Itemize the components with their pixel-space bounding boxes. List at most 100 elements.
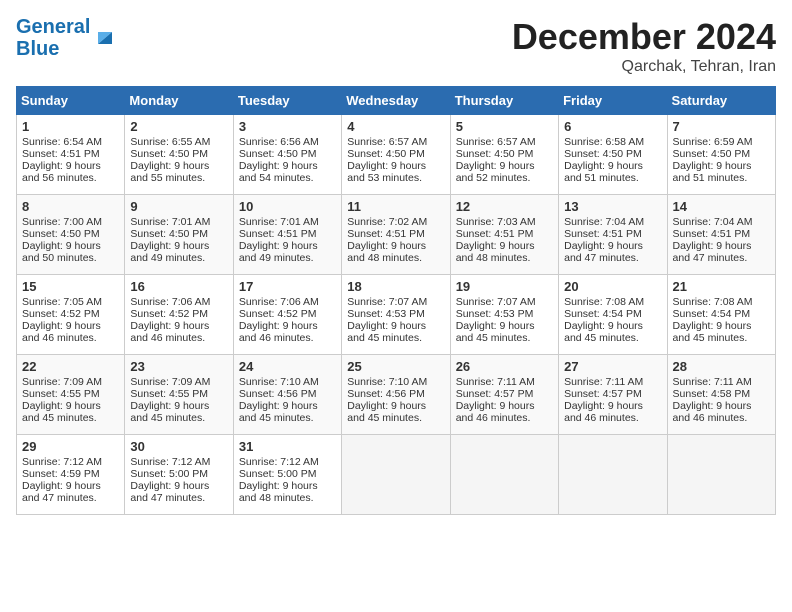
day-number: 27	[564, 359, 661, 374]
sunrise: Sunrise: 7:01 AM	[239, 216, 319, 228]
daylight: Daylight: 9 hours and 47 minutes.	[22, 480, 101, 504]
sunrise: Sunrise: 6:57 AM	[456, 136, 536, 148]
calendar-row-5: 29Sunrise: 7:12 AMSunset: 4:59 PMDayligh…	[17, 435, 776, 515]
calendar-cell: 3Sunrise: 6:56 AMSunset: 4:50 PMDaylight…	[233, 115, 341, 195]
daylight: Daylight: 9 hours and 46 minutes.	[673, 400, 752, 424]
col-header-thursday: Thursday	[450, 87, 558, 115]
day-number: 18	[347, 279, 444, 294]
daylight: Daylight: 9 hours and 45 minutes.	[130, 400, 209, 424]
calendar-cell: 28Sunrise: 7:11 AMSunset: 4:58 PMDayligh…	[667, 355, 775, 435]
sunset: Sunset: 4:53 PM	[456, 308, 534, 320]
daylight: Daylight: 9 hours and 45 minutes.	[456, 320, 535, 344]
day-number: 15	[22, 279, 119, 294]
daylight: Daylight: 9 hours and 46 minutes.	[456, 400, 535, 424]
day-number: 31	[239, 439, 336, 454]
calendar-cell: 17Sunrise: 7:06 AMSunset: 4:52 PMDayligh…	[233, 275, 341, 355]
day-number: 30	[130, 439, 227, 454]
daylight: Daylight: 9 hours and 47 minutes.	[564, 240, 643, 264]
day-number: 22	[22, 359, 119, 374]
day-number: 2	[130, 119, 227, 134]
sunrise: Sunrise: 7:12 AM	[22, 456, 102, 468]
sunset: Sunset: 4:51 PM	[456, 228, 534, 240]
calendar-cell: 20Sunrise: 7:08 AMSunset: 4:54 PMDayligh…	[559, 275, 667, 355]
calendar-cell: 13Sunrise: 7:04 AMSunset: 4:51 PMDayligh…	[559, 195, 667, 275]
calendar-cell: 15 Sunrise: 7:05 AMSunset: 4:52 PMDayligh…	[17, 275, 125, 355]
sunset: Sunset: 4:50 PM	[347, 148, 425, 160]
day-number: 25	[347, 359, 444, 374]
sunset: Sunset: 4:54 PM	[564, 308, 642, 320]
calendar-row-1: 1 Sunrise: 6:54 AMSunset: 4:51 PM Daylight…	[17, 115, 776, 195]
sunrise: Sunrise: 6:58 AM	[564, 136, 644, 148]
sunrise: Sunrise: 7:04 AM	[564, 216, 644, 228]
daylight: Daylight: 9 hours and 48 minutes.	[239, 480, 318, 504]
sunset: Sunset: 4:58 PM	[673, 388, 751, 400]
daylight: Daylight: 9 hours and 45 minutes.	[564, 320, 643, 344]
day-number: 11	[347, 199, 444, 214]
calendar-cell: 2Sunrise: 6:55 AMSunset: 4:50 PMDaylight…	[125, 115, 233, 195]
sunset: Sunset: 4:55 PM	[22, 388, 100, 400]
calendar-cell: 12Sunrise: 7:03 AMSunset: 4:51 PMDayligh…	[450, 195, 558, 275]
sunset: Sunset: 4:52 PM	[22, 308, 100, 320]
day-number: 9	[130, 199, 227, 214]
sunset: Sunset: 4:52 PM	[130, 308, 208, 320]
calendar-cell: 1Sunrise: 6:54 AMSunset: 4:51 PMDaylight…	[17, 115, 125, 195]
day-number: 1	[22, 119, 119, 134]
sunset: Sunset: 4:51 PM	[239, 228, 317, 240]
day-number: 19	[456, 279, 553, 294]
day-number: 12	[456, 199, 553, 214]
daylight: Daylight: 9 hours and 46 minutes.	[564, 400, 643, 424]
calendar-row-4: 22Sunrise: 7:09 AMSunset: 4:55 PMDayligh…	[17, 355, 776, 435]
calendar-cell	[667, 435, 775, 515]
logo-text: GeneralBlue	[16, 16, 90, 60]
calendar-cell	[342, 435, 450, 515]
sunrise: Sunrise: 7:08 AM	[673, 296, 753, 308]
month-title: December 2024	[512, 16, 776, 58]
day-number: 13	[564, 199, 661, 214]
daylight: Daylight: 9 hours and 45 minutes.	[22, 400, 101, 424]
sunrise: Sunrise: 6:56 AM	[239, 136, 319, 148]
sunrise: Sunrise: 7:04 AM	[673, 216, 753, 228]
sunrise: Sunrise: 6:54 AM	[22, 136, 102, 148]
sunset: Sunset: 4:53 PM	[347, 308, 425, 320]
sunset: Sunset: 4:50 PM	[130, 228, 208, 240]
sunset: Sunset: 4:50 PM	[456, 148, 534, 160]
daylight: Daylight: 9 hours and 50 minutes.	[22, 240, 101, 264]
calendar-cell: 30Sunrise: 7:12 AMSunset: 5:00 PMDayligh…	[125, 435, 233, 515]
daylight: Daylight: 9 hours and 49 minutes.	[130, 240, 209, 264]
calendar-cell: 25Sunrise: 7:10 AMSunset: 4:56 PMDayligh…	[342, 355, 450, 435]
sunset: Sunset: 4:54 PM	[673, 308, 751, 320]
calendar-table: SundayMondayTuesdayWednesdayThursdayFrid…	[16, 86, 776, 515]
daylight: Daylight: 9 hours and 45 minutes.	[347, 400, 426, 424]
calendar-cell	[450, 435, 558, 515]
page-header: GeneralBlue December 2024 Qarchak, Tehra…	[16, 16, 776, 76]
calendar-cell: 18 Sunrise: 7:07 AMSunset: 4:53 PMDayligh…	[342, 275, 450, 355]
sunset: Sunset: 4:51 PM	[22, 148, 100, 160]
daylight: Daylight: 9 hours and 46 minutes.	[22, 320, 101, 344]
sunrise: Sunrise: 7:07 AM	[456, 296, 536, 308]
logo-icon	[92, 24, 118, 50]
daylight: Daylight: 9 hours and 45 minutes.	[347, 320, 426, 344]
day-number: 23	[130, 359, 227, 374]
col-header-sunday: Sunday	[17, 87, 125, 115]
calendar-cell: 8Sunrise: 7:00 AMSunset: 4:50 PMDaylight…	[17, 195, 125, 275]
calendar-cell: 24Sunrise: 7:10 AMSunset: 4:56 PMDayligh…	[233, 355, 341, 435]
calendar-cell: 5Sunrise: 6:57 AMSunset: 4:50 PMDaylight…	[450, 115, 558, 195]
day-number: 24	[239, 359, 336, 374]
sunset: Sunset: 4:50 PM	[564, 148, 642, 160]
col-header-friday: Friday	[559, 87, 667, 115]
calendar-cell: 10Sunrise: 7:01 AMSunset: 4:51 PMDayligh…	[233, 195, 341, 275]
sunset: Sunset: 4:50 PM	[239, 148, 317, 160]
daylight: Daylight: 9 hours and 47 minutes.	[130, 480, 209, 504]
sunrise: Sunrise: 7:11 AM	[456, 376, 535, 388]
sunset: Sunset: 4:50 PM	[22, 228, 100, 240]
calendar-cell: 6Sunrise: 6:58 AMSunset: 4:50 PMDaylight…	[559, 115, 667, 195]
sunrise: Sunrise: 7:05 AM	[22, 296, 102, 308]
calendar-cell: 22Sunrise: 7:09 AMSunset: 4:55 PMDayligh…	[17, 355, 125, 435]
daylight: Daylight: 9 hours and 55 minutes.	[130, 160, 209, 184]
sunset: Sunset: 4:51 PM	[673, 228, 751, 240]
daylight: Daylight: 9 hours and 53 minutes.	[347, 160, 426, 184]
sunrise: Sunrise: 7:02 AM	[347, 216, 427, 228]
calendar-cell: 14Sunrise: 7:04 AMSunset: 4:51 PMDayligh…	[667, 195, 775, 275]
day-number: 5	[456, 119, 553, 134]
sunrise: Sunrise: 7:07 AM	[347, 296, 427, 308]
